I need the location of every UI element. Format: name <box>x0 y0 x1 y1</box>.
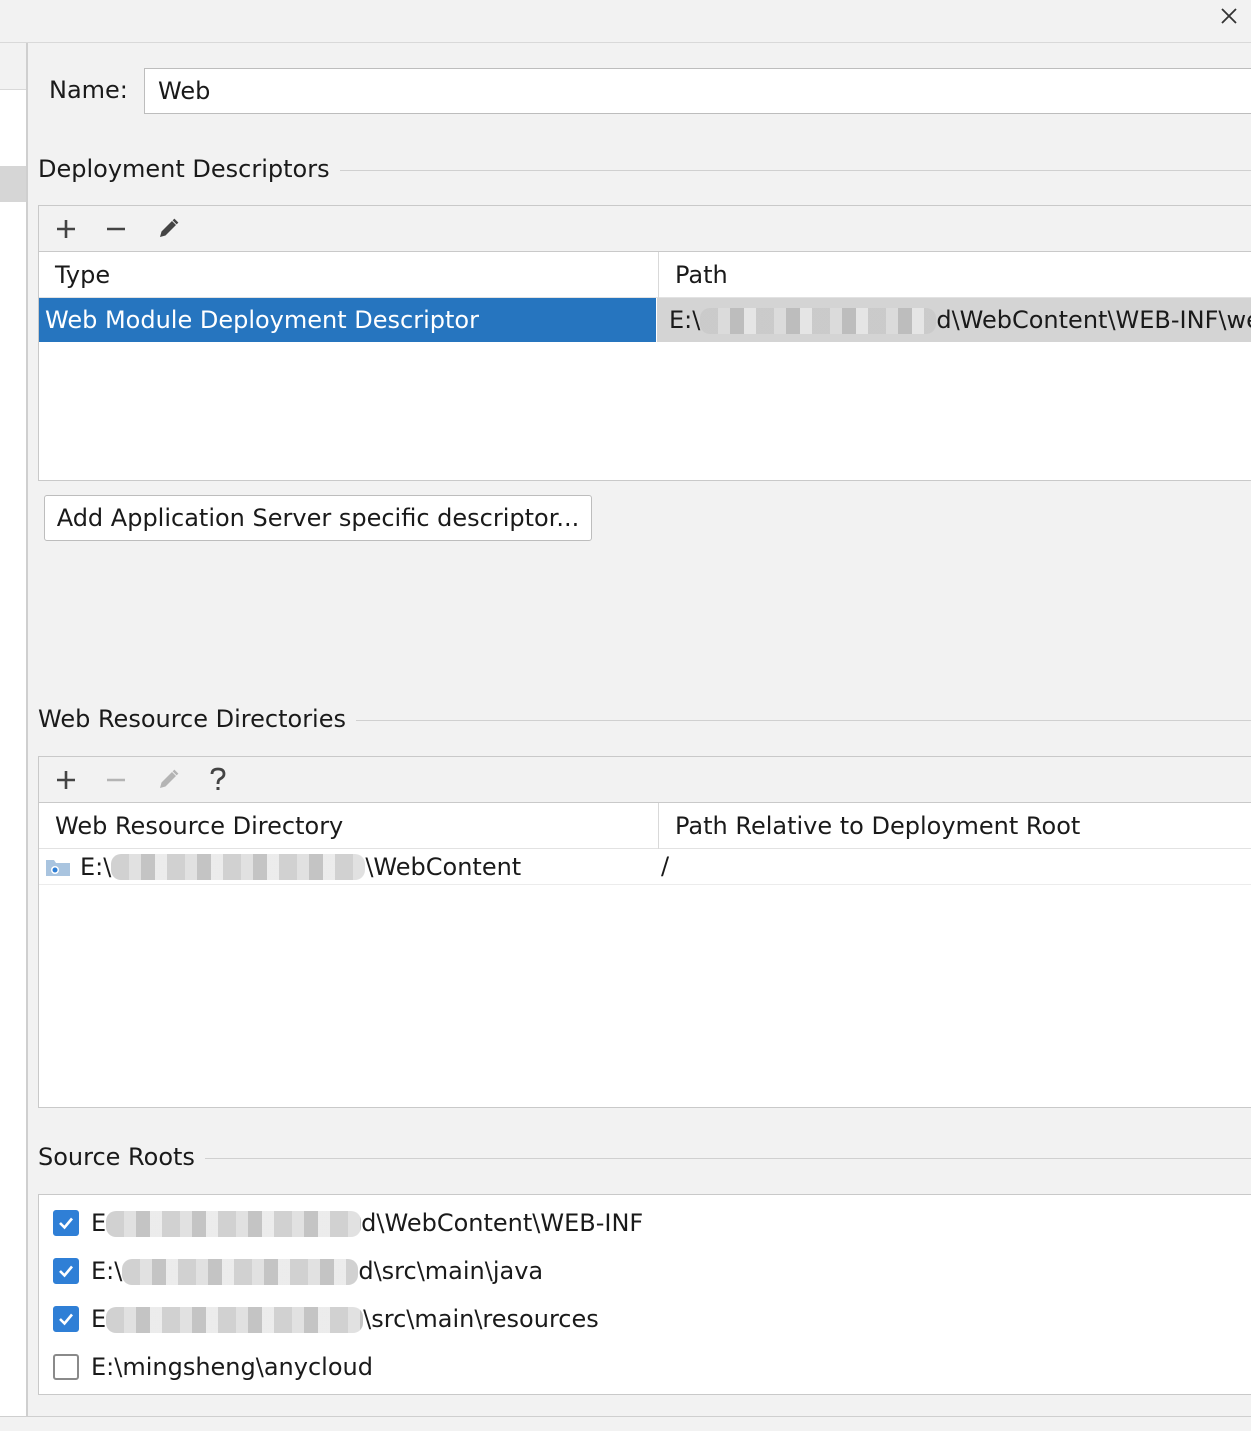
minus-icon <box>107 778 125 782</box>
facet-list-pane <box>0 43 28 1417</box>
redacted-path <box>111 854 366 880</box>
checkmark-icon <box>59 1217 73 1230</box>
dialog-title-bar <box>0 0 1251 43</box>
dialog-bottom-bar <box>0 1416 1251 1431</box>
pencil-icon <box>160 218 179 237</box>
source-root-path: Ed\WebContent\WEB-INF <box>91 1209 644 1237</box>
deployment-descriptors-header: Type Path <box>39 252 1251 298</box>
help-button[interactable] <box>203 765 233 795</box>
source-root-item[interactable]: E:\ d\src\main\java <box>53 1251 543 1291</box>
path-column-header[interactable]: Path <box>658 252 1251 298</box>
deployment-descriptors-title: Deployment Descriptors <box>38 155 340 183</box>
deployment-descriptors-divider <box>318 170 1251 171</box>
web-resource-dir-prefix: E:\ <box>80 853 112 881</box>
name-input[interactable] <box>144 68 1251 114</box>
web-resource-directories-panel: Web Resource Directory Path Relative to … <box>38 756 1251 1108</box>
source-root-path: E:\mingsheng\anycloud <box>91 1353 373 1381</box>
source-root-checkbox[interactable] <box>53 1306 79 1332</box>
source-root-checkbox[interactable] <box>53 1354 79 1380</box>
relative-path-column-header[interactable]: Path Relative to Deployment Root <box>658 803 1251 849</box>
source-root-item[interactable]: Ed\WebContent\WEB-INF <box>53 1203 643 1243</box>
edit-descriptor-button[interactable] <box>153 214 183 244</box>
add-web-resource-button[interactable] <box>51 765 81 795</box>
web-resource-directories-divider <box>342 720 1251 721</box>
table-row[interactable]: E:\ \WebContent / <box>39 849 1251 885</box>
type-column-header[interactable]: Type <box>39 252 658 298</box>
source-root-path: E \src\main\resources <box>91 1305 599 1333</box>
relative-path-text: / <box>661 852 670 880</box>
descriptor-path-suffix: d\WebContent\WEB-INF\we <box>936 306 1251 334</box>
descriptor-path-cell[interactable]: E:\ d\WebContent\WEB-INF\we <box>657 298 1251 342</box>
remove-web-resource-button[interactable] <box>101 765 131 795</box>
table-row[interactable]: Web Module Deployment Descriptor E:\ d\We… <box>39 298 1251 342</box>
source-roots-title: Source Roots <box>38 1143 205 1171</box>
add-server-descriptor-button[interactable]: Add Application Server specific descript… <box>44 495 592 541</box>
descriptor-path-prefix: E:\ <box>669 306 701 334</box>
question-icon <box>210 767 226 790</box>
source-roots-panel: Ed\WebContent\WEB-INF E:\ d\src\main\java… <box>38 1194 1251 1395</box>
descriptor-type-cell[interactable]: Web Module Deployment Descriptor <box>39 298 656 342</box>
source-root-item[interactable]: E \src\main\resources <box>53 1299 599 1339</box>
deployment-descriptors-panel: Type Path Web Module Deployment Descript… <box>38 205 1251 481</box>
plus-icon <box>57 220 75 238</box>
source-root-path: E:\ d\src\main\java <box>91 1257 544 1285</box>
relative-path-cell[interactable]: / <box>661 849 1251 885</box>
close-icon <box>1221 8 1237 24</box>
web-resource-header: Web Resource Directory Path Relative to … <box>39 803 1251 849</box>
checkmark-icon <box>59 1265 73 1278</box>
facet-list <box>0 89 26 1417</box>
plus-icon <box>57 771 75 789</box>
web-facet-settings: Name: Deployment Descriptors Type Path W… <box>28 43 1251 1416</box>
facet-list-selected-item[interactable] <box>0 166 26 202</box>
redacted-path <box>106 1211 362 1237</box>
name-label: Name: <box>49 76 128 104</box>
source-root-checkbox[interactable] <box>53 1258 79 1284</box>
checkmark-icon <box>59 1313 73 1326</box>
web-resource-directories-title: Web Resource Directories <box>38 705 356 733</box>
edit-web-resource-button[interactable] <box>153 765 183 795</box>
add-descriptor-button[interactable] <box>51 214 81 244</box>
descriptor-type-text: Web Module Deployment Descriptor <box>45 306 479 334</box>
pencil-icon <box>160 769 179 788</box>
redacted-path <box>106 1307 364 1333</box>
web-resource-toolbar <box>39 757 1251 803</box>
deployment-descriptors-toolbar <box>39 206 1251 252</box>
close-button[interactable] <box>1217 4 1241 28</box>
redacted-path <box>700 308 937 334</box>
source-root-item[interactable]: E:\mingsheng\anycloud <box>53 1347 373 1387</box>
source-roots-divider <box>198 1158 1251 1159</box>
minus-icon <box>107 227 125 231</box>
web-resource-directory-column-header[interactable]: Web Resource Directory <box>39 803 658 849</box>
remove-descriptor-button[interactable] <box>101 214 131 244</box>
web-folder-icon <box>46 860 70 876</box>
source-root-checkbox[interactable] <box>53 1210 79 1236</box>
web-resource-directory-cell[interactable]: E:\ \WebContent <box>45 849 655 885</box>
redacted-path <box>122 1259 359 1285</box>
web-resource-dir-suffix: \WebContent <box>365 853 522 881</box>
